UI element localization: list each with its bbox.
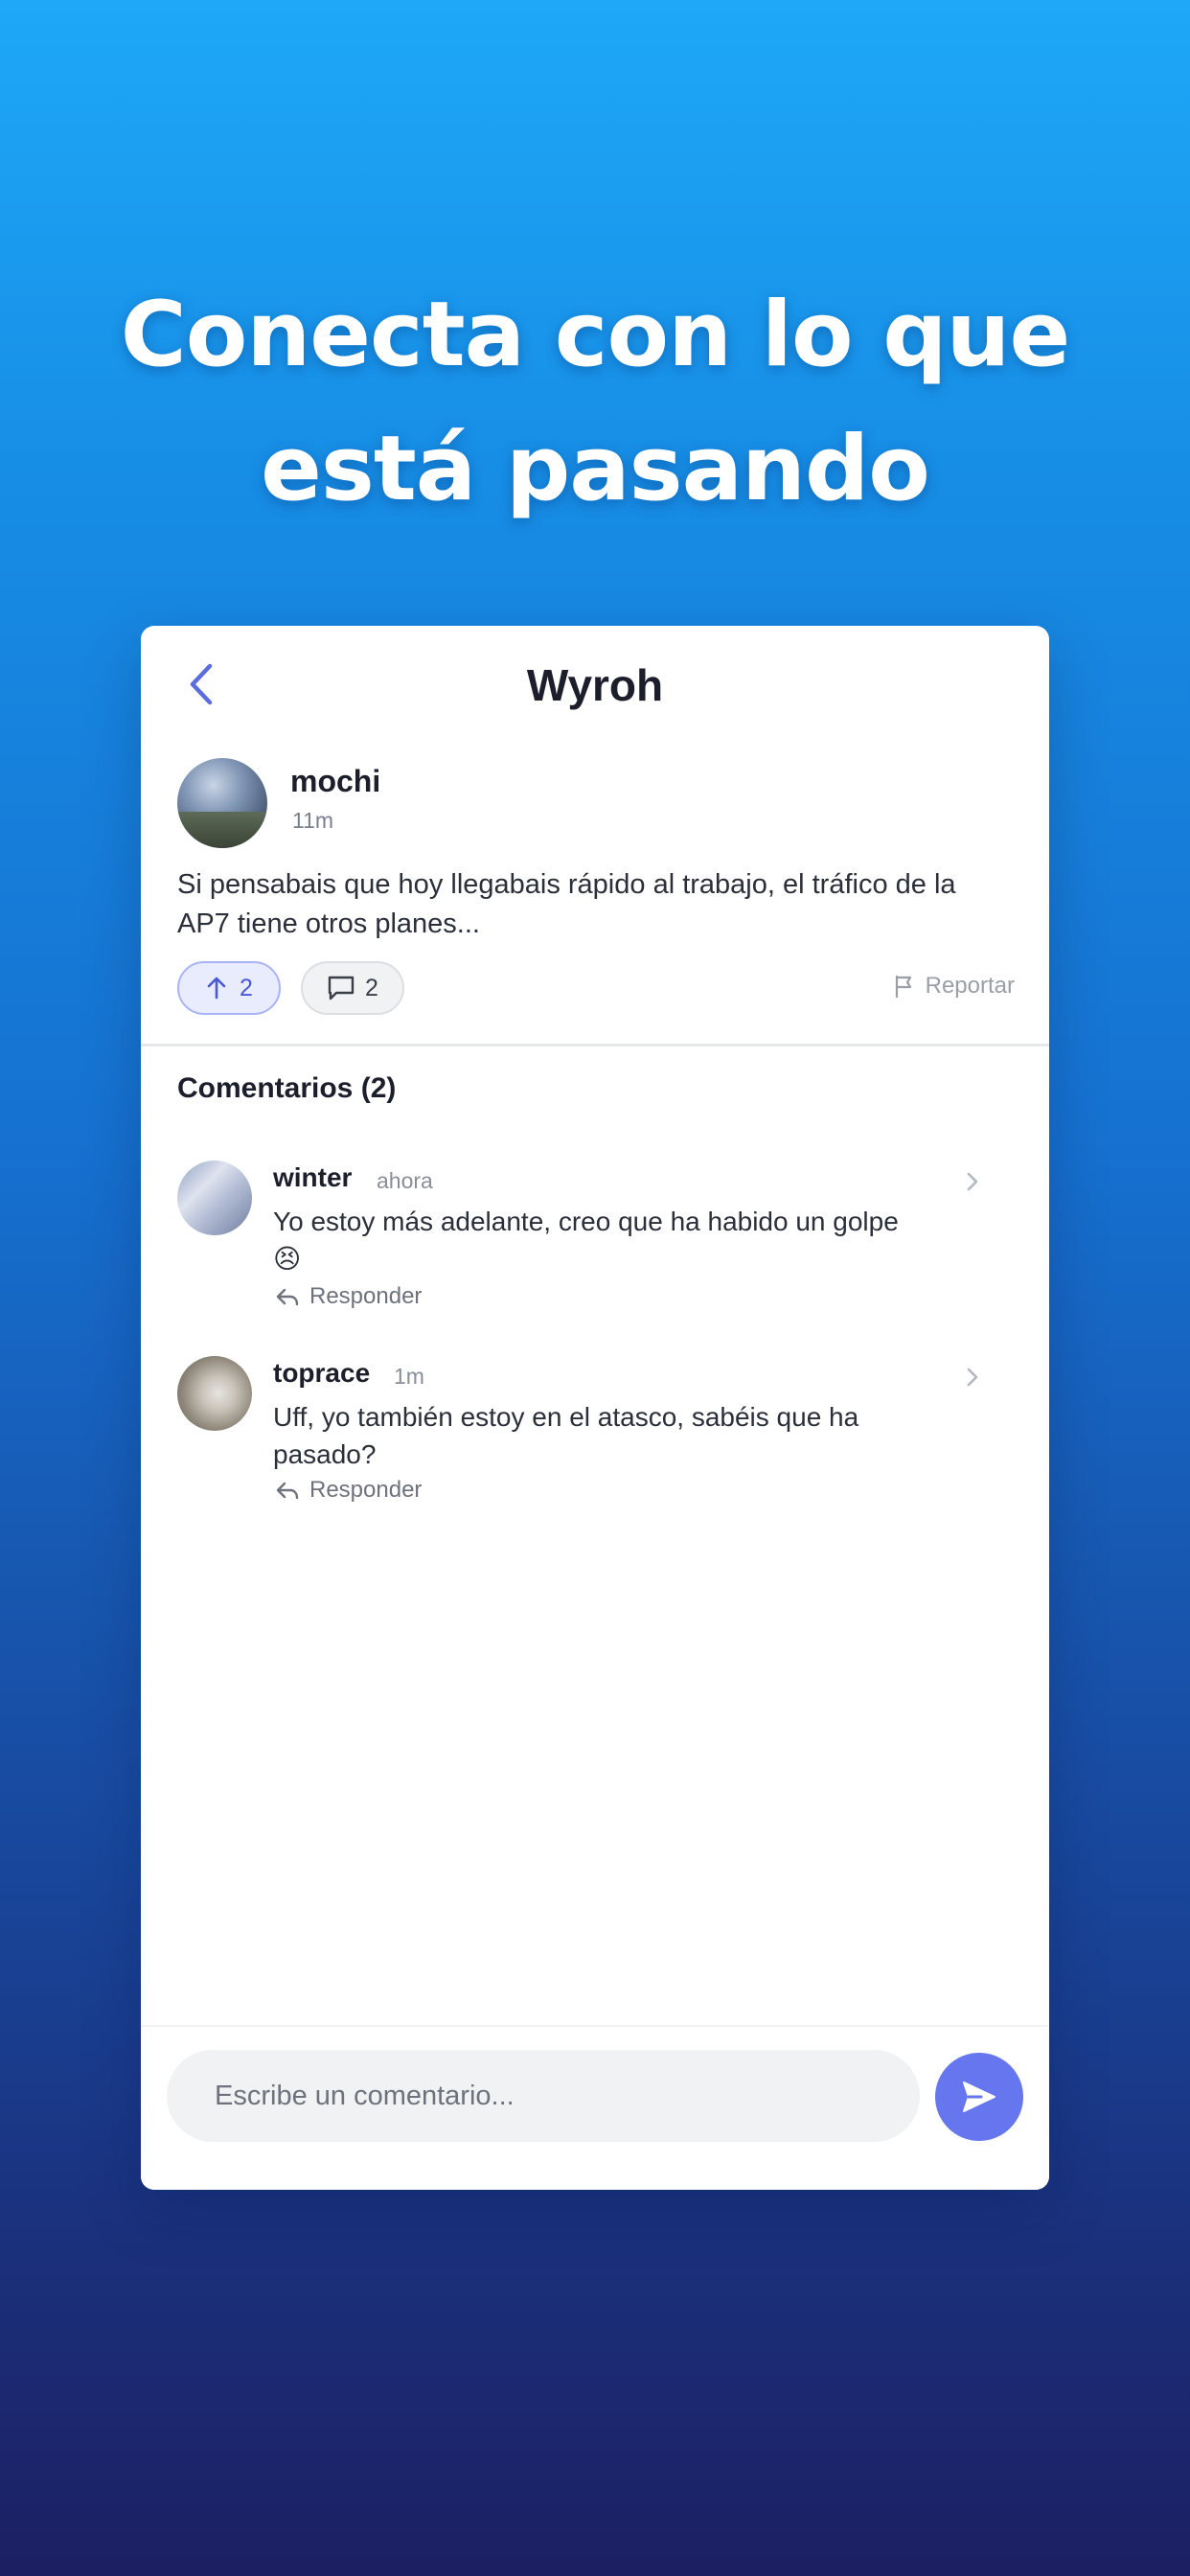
comment-text: Yo estoy más adelante, creo que ha habid… [273,1207,899,1274]
headline-line-1: Conecta con lo que [120,283,1070,387]
comment-count: 2 [365,974,378,1001]
comment-author[interactable]: winter [273,1162,352,1193]
comments-button[interactable]: 2 [301,961,404,1015]
upvote-count: 2 [240,974,253,1001]
list-item: winter ahora Yo estoy más adelante, creo… [177,1161,1020,1314]
post-time: 11m [292,808,334,833]
reply-label: Responder [309,1477,423,1503]
avatar[interactable] [177,1161,252,1235]
comment-author[interactable]: toprace [273,1358,370,1389]
comments-heading: Comentarios (2) [177,1072,397,1104]
report-button[interactable]: Reportar [893,973,1015,1000]
reply-button[interactable]: Responder [275,1283,422,1310]
flag-icon [895,975,911,999]
report-label: Reportar [925,973,1015,999]
comment-text: Uff, yo también estoy en el atasco, sabé… [273,1402,859,1469]
reply-label: Responder [309,1283,423,1309]
reply-button[interactable]: Responder [275,1477,422,1504]
avatar[interactable] [177,758,267,848]
comment-input[interactable] [167,2050,920,2142]
avatar[interactable] [177,1356,252,1431]
chevron-right-icon[interactable] [963,1168,982,1195]
post-text: Si pensabais que hoy llegabais rápido al… [177,869,956,939]
reply-icon [276,1288,299,1306]
divider [141,1044,1049,1046]
upvote-button[interactable]: 2 [177,961,281,1015]
post-author[interactable]: mochi [290,764,380,799]
comment-time: 1m [394,1364,424,1389]
comment-time: ahora [377,1168,433,1193]
headline: Conecta con lo que está pasando [0,268,1190,537]
reply-icon [276,1482,299,1500]
send-button[interactable] [935,2053,1023,2141]
headline-line-2: está pasando [261,417,930,521]
list-item: toprace 1m Uff, yo también estoy en el a… [177,1356,1020,1509]
chevron-right-icon[interactable] [963,1364,982,1391]
comment-icon [328,976,355,1000]
post-detail-card: Wyroh mochi 11m Si pensabais que hoy lle… [141,626,1049,2190]
arrow-up-icon [207,977,226,1000]
send-icon [963,2082,995,2112]
page-title: Wyroh [526,660,664,710]
